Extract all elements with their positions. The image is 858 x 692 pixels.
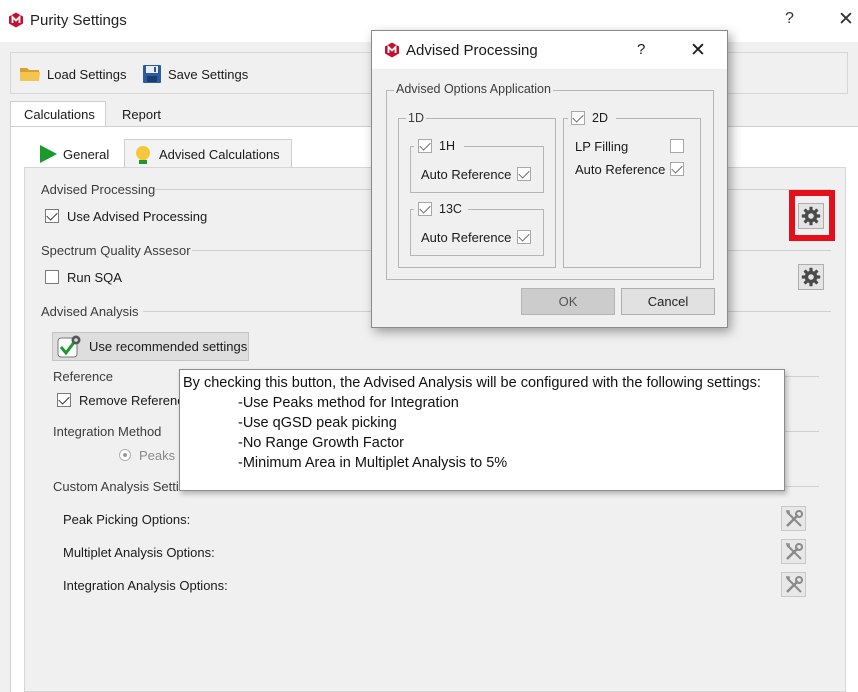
sqa-heading: Spectrum Quality Assesor: [41, 243, 191, 258]
dialog-title-bar: Advised Processing ? ✕: [372, 31, 727, 69]
dialog-close-button[interactable]: ✕: [690, 39, 706, 62]
peaks-label: Peaks: [139, 448, 176, 463]
peak-picking-options-label: Peak Picking Options:: [63, 512, 191, 527]
dialog-title: Advised Processing: [406, 42, 538, 59]
multiplet-analysis-options-label: Multiplet Analysis Options:: [63, 545, 215, 560]
13c-auto-reference-label: Auto Reference: [421, 230, 512, 245]
ok-button[interactable]: OK: [521, 288, 615, 315]
divider: [785, 486, 819, 487]
floppy-disk-icon: [143, 65, 161, 83]
run-sqa-label: Run SQA: [67, 270, 122, 285]
1h-label: 1H: [439, 139, 455, 153]
use-advised-processing-checkbox[interactable]: [45, 209, 59, 223]
gear-icon: [801, 267, 821, 287]
1h-checkbox[interactable]: [418, 139, 432, 153]
2d-checkbox[interactable]: [571, 111, 585, 125]
subtab-advised-label: Advised Calculations: [159, 147, 280, 162]
save-settings-button[interactable]: Save Settings: [142, 63, 248, 85]
use-recommended-settings-button[interactable]: Use recommended settings: [52, 332, 249, 361]
sqa-settings-button[interactable]: [798, 264, 824, 290]
cancel-button[interactable]: Cancel: [621, 288, 715, 315]
close-button[interactable]: ✕: [838, 8, 854, 31]
integration-analysis-options-label: Integration Analysis Options:: [63, 578, 228, 593]
app-logo-icon: [9, 12, 23, 28]
lp-filling-label: LP Filling: [575, 139, 629, 154]
advised-processing-heading: Advised Processing: [41, 182, 156, 197]
2d-auto-reference-checkbox[interactable]: [670, 162, 684, 176]
integration-method-heading: Integration Method: [53, 424, 162, 439]
wrench-screwdriver-icon: [785, 509, 803, 527]
wrench-screwdriver-icon: [785, 575, 803, 593]
peaks-radio[interactable]: [119, 449, 131, 461]
recommended-settings-tooltip: By checking this button, the Advised Ana…: [179, 369, 785, 491]
13c-label: 13C: [439, 202, 462, 216]
2d-auto-reference-label: Auto Reference: [575, 162, 666, 177]
remove-reference-checkbox[interactable]: [57, 393, 71, 407]
lp-filling-checkbox[interactable]: [670, 139, 684, 153]
load-settings-label: Load Settings: [47, 66, 127, 82]
tab-report[interactable]: Report: [122, 107, 161, 122]
recommended-check-icon: [57, 335, 81, 357]
save-settings-label: Save Settings: [168, 66, 249, 82]
app-logo-icon: [385, 42, 399, 58]
subtab-general[interactable]: General: [38, 139, 109, 169]
subtab-advised-calculations[interactable]: Advised Calculations: [124, 139, 292, 169]
use-advised-processing-label: Use Advised Processing: [67, 209, 208, 224]
advised-options-heading: Advised Options Application: [394, 82, 553, 96]
remove-reference-label: Remove Referenc: [79, 393, 184, 408]
play-icon: [40, 145, 57, 163]
1h-auto-reference-checkbox[interactable]: [517, 167, 531, 181]
folder-icon: [20, 68, 40, 81]
tooltip-line: -Use Peaks method for Integration: [238, 395, 459, 411]
group-1d-heading: 1D: [406, 111, 426, 125]
integration-analysis-options-button[interactable]: [781, 572, 806, 597]
1h-auto-reference-label: Auto Reference: [421, 167, 512, 182]
peak-picking-options-button[interactable]: [781, 506, 806, 531]
tooltip-line: -Minimum Area in Multiplet Analysis to 5…: [238, 455, 508, 471]
advised-analysis-heading: Advised Analysis: [41, 304, 139, 319]
dialog-help-button[interactable]: ?: [637, 41, 645, 58]
13c-checkbox[interactable]: [418, 202, 432, 216]
window-title: Purity Settings: [30, 12, 127, 29]
tab-calculations[interactable]: Calculations: [10, 101, 106, 127]
reference-heading: Reference: [53, 369, 113, 384]
tooltip-line: -No Range Growth Factor: [238, 435, 405, 451]
wrench-screwdriver-icon: [785, 542, 803, 560]
advised-processing-dialog: Advised Processing ? ✕ Advised Options A…: [371, 30, 728, 328]
2d-label: 2D: [592, 111, 608, 125]
use-recommended-settings-label: Use recommended settings: [89, 339, 248, 354]
tooltip-heading: By checking this button, the Advised Ana…: [183, 375, 761, 391]
divider: [785, 376, 819, 377]
multiplet-analysis-options-button[interactable]: [781, 539, 806, 564]
custom-analysis-heading: Custom Analysis Setti: [53, 479, 179, 494]
lightbulb-icon: [136, 145, 150, 164]
help-button[interactable]: ?: [785, 10, 794, 28]
divider: [785, 431, 819, 432]
highlight-box: [789, 190, 835, 241]
13c-auto-reference-checkbox[interactable]: [517, 230, 531, 244]
subtab-general-label: General: [63, 146, 110, 162]
run-sqa-checkbox[interactable]: [45, 270, 59, 284]
load-settings-button[interactable]: Load Settings: [19, 63, 127, 85]
tooltip-line: -Use qGSD peak picking: [238, 415, 397, 431]
